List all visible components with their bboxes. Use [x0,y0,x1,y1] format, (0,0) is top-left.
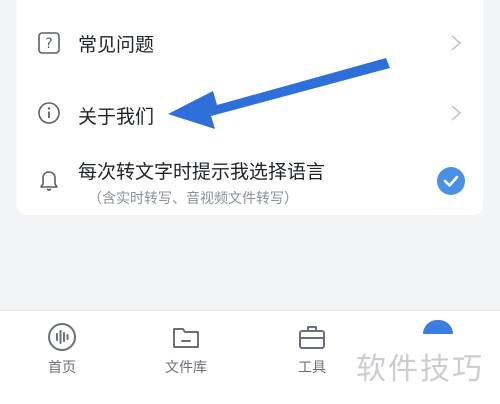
faq-row[interactable]: ? 常见问题 [17,0,483,86]
settings-card: ? 常见问题 关于我们 每次转文字时提示我选择语言 （含实时转写、音视频文件转写… [17,0,483,215]
svg-text:?: ? [45,36,52,52]
question-icon: ? [38,32,60,54]
about-row[interactable]: 关于我们 [17,86,483,140]
about-label: 关于我们 [78,106,155,128]
info-icon [38,102,60,124]
tab-home-label: 首页 [48,360,76,376]
language-prompt-label: 每次转文字时提示我选择语言 [78,161,326,183]
chevron-right-icon [451,105,462,121]
tab-files[interactable]: 文件库 [141,311,231,404]
chevron-right-icon [451,35,462,51]
folder-icon [173,328,199,348]
toolbox-icon [299,326,325,349]
checkbox-checked[interactable] [437,167,465,195]
watermark: 软件技巧 [356,352,484,387]
check-icon [443,175,459,187]
bell-icon [40,171,58,191]
tab-home[interactable]: 首页 [17,311,107,404]
language-prompt-row[interactable]: 每次转文字时提示我选择语言 （含实时转写、音视频文件转写） [17,140,483,215]
tab-files-label: 文件库 [165,360,207,376]
tab-tools-label: 工具 [298,360,326,376]
faq-label: 常见问题 [78,34,155,56]
language-prompt-sublabel: （含实时转写、音视频文件转写） [88,191,298,207]
tab-tools[interactable]: 工具 [267,311,357,404]
voice-wave-icon [48,323,76,351]
